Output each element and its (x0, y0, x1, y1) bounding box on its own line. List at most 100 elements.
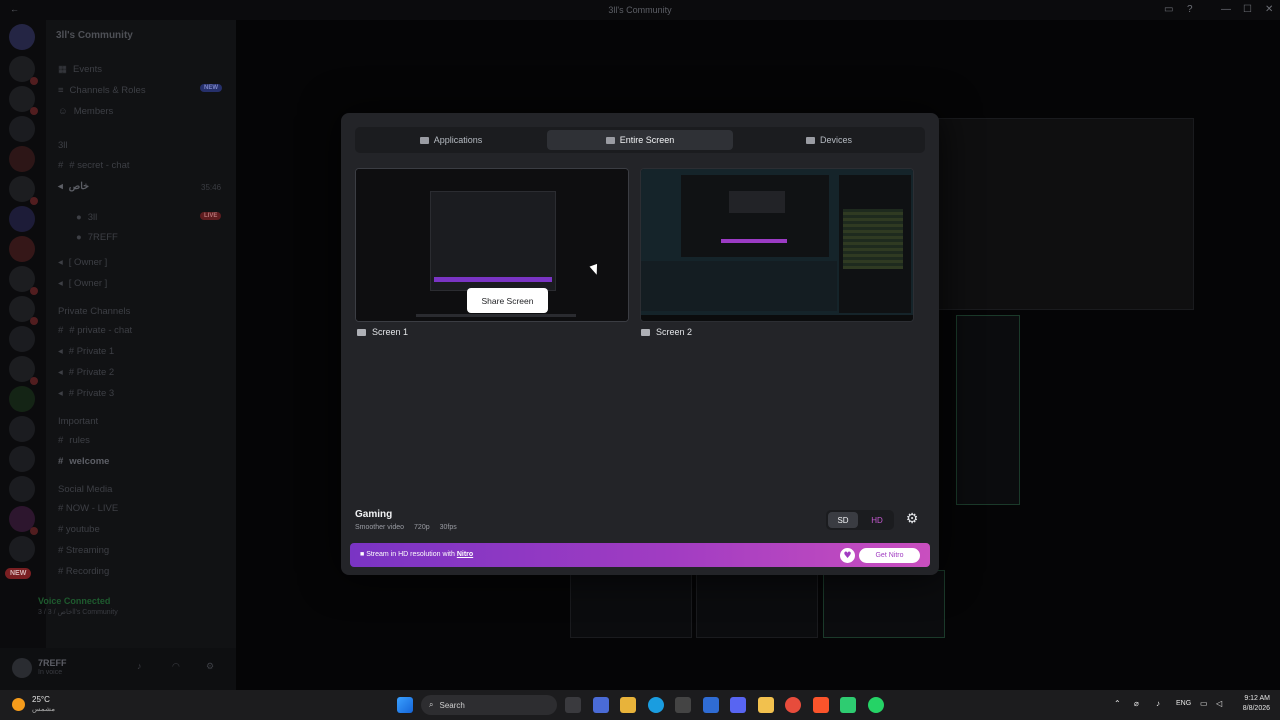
server-icon[interactable] (9, 326, 35, 352)
inbox-icon[interactable]: ▭ (1164, 4, 1173, 15)
wifi-off-icon[interactable]: ⌀ (1134, 699, 1139, 708)
chevron-up-icon[interactable]: ⌃ (1114, 699, 1121, 708)
screen-1-label: Screen 1 (357, 327, 408, 337)
members-icon: ☺ (58, 106, 68, 117)
channel-rules[interactable]: # rules (58, 435, 90, 446)
server-name[interactable]: 3ll's Community (56, 30, 133, 41)
network-icon[interactable]: ▭ (1200, 699, 1208, 708)
channel-events[interactable]: ▦ Events (58, 64, 102, 75)
stream-settings-icon[interactable]: ⚙ (904, 511, 920, 527)
channel-recording[interactable]: # Recording (58, 566, 109, 577)
chrome-icon[interactable] (785, 697, 801, 713)
channel-secret-chat[interactable]: # # secret - chat (58, 160, 130, 171)
volume-icon[interactable]: ◁ (1216, 699, 1222, 708)
nitro-upsell-text: Stream in HD resolution with (366, 551, 455, 558)
category-important[interactable]: Important (58, 416, 98, 427)
copilot-icon[interactable] (593, 697, 609, 713)
heart-icon[interactable]: ♥ (840, 548, 855, 563)
voice-connected-label[interactable]: Voice Connected (38, 596, 110, 606)
screen-2-thumbnail[interactable] (640, 168, 914, 322)
channel-private-3[interactable]: ◂ # Private 3 (58, 388, 114, 399)
server-icon[interactable] (9, 206, 35, 232)
avatar[interactable] (12, 658, 32, 678)
notes-icon[interactable] (758, 697, 774, 713)
server-icon[interactable] (9, 356, 38, 385)
server-icon[interactable] (9, 476, 35, 502)
brave-icon[interactable] (813, 697, 829, 713)
settings-icon[interactable]: ⚙ (206, 661, 214, 672)
source-tabs: Applications Entire Screen Devices (355, 127, 925, 153)
voice-channel-private[interactable]: ◂ خاص (58, 181, 89, 192)
category-label[interactable]: 3ll (58, 140, 68, 151)
tab-devices[interactable]: Devices (736, 130, 922, 150)
maximize-button[interactable]: ☐ (1243, 4, 1252, 15)
server-icon[interactable] (9, 86, 38, 115)
avatar: ● (76, 232, 82, 243)
discord-home-icon[interactable] (9, 24, 35, 50)
screen-2-label: Screen 2 (641, 327, 692, 337)
language-indicator[interactable]: ENG (1176, 700, 1191, 707)
screen-1-thumbnail[interactable]: Share Screen (355, 168, 629, 322)
server-icon[interactable] (9, 536, 35, 562)
mail-icon[interactable] (703, 697, 719, 713)
clock-time[interactable]: 9:12 AM (1236, 695, 1270, 702)
voice-user[interactable]: ● 3ll (76, 212, 97, 223)
lock-icon: ■ (360, 551, 365, 558)
nitro-link[interactable]: Nitro (457, 551, 473, 558)
windows-start-icon[interactable] (397, 697, 413, 713)
channel-streaming[interactable]: # Streaming (58, 545, 109, 556)
microphone-icon[interactable]: ♪ (1156, 699, 1160, 708)
share-screen-button[interactable]: Share Screen (467, 288, 548, 313)
server-icon[interactable] (9, 116, 35, 142)
tab-entire-screen[interactable]: Entire Screen (547, 130, 733, 150)
voice-user[interactable]: ● 7REFF (76, 232, 118, 243)
channel-members[interactable]: ☺ Members (58, 106, 113, 117)
window-icon (419, 136, 429, 144)
channel-private-chat[interactable]: # # private - chat (58, 325, 132, 336)
stream-tile (696, 570, 818, 638)
app-icon[interactable] (840, 697, 856, 713)
user-status: In voice (38, 669, 63, 676)
hd-option[interactable]: HD (862, 512, 892, 528)
clock-date[interactable]: 8/8/2026 (1236, 705, 1270, 712)
store-icon[interactable] (675, 697, 691, 713)
server-icon[interactable] (9, 296, 38, 325)
tab-applications[interactable]: Applications (358, 130, 544, 150)
server-icon[interactable] (9, 56, 38, 85)
channel-owner[interactable]: ◂[ Owner ] (58, 278, 107, 289)
category-private[interactable]: Private Channels (58, 306, 130, 317)
help-icon[interactable]: ? (1187, 4, 1193, 15)
weather-temp: 25°C (32, 695, 50, 704)
sun-icon[interactable] (12, 698, 25, 711)
whatsapp-icon[interactable] (868, 697, 884, 713)
server-icon[interactable] (9, 446, 35, 472)
resolution-label: 720p (414, 524, 430, 531)
channel-now-live[interactable]: # NOW - LIVE (58, 503, 118, 514)
channel-youtube[interactable]: # youtube (58, 524, 100, 535)
server-icon[interactable] (9, 146, 35, 172)
minimize-button[interactable]: — (1221, 4, 1231, 15)
file-explorer-icon[interactable] (620, 697, 636, 713)
server-icon[interactable] (9, 506, 38, 535)
stream-tile (956, 315, 1020, 505)
channel-welcome[interactable]: # welcome (58, 456, 109, 467)
server-icon[interactable] (9, 236, 35, 262)
task-view-icon[interactable] (565, 697, 581, 713)
channel-private-1[interactable]: ◂ # Private 1 (58, 346, 114, 357)
channel-owner[interactable]: ◂[ Owner ] (58, 257, 107, 268)
category-social-media[interactable]: Social Media (58, 484, 112, 495)
server-icon[interactable] (9, 416, 35, 442)
channel-private-2[interactable]: ◂ # Private 2 (58, 367, 114, 378)
microphone-icon[interactable]: ♪ (137, 661, 142, 671)
channel-roles[interactable]: ≡ Channels & Roles (58, 85, 146, 96)
get-nitro-button[interactable]: Get Nitro (859, 548, 920, 563)
sd-option[interactable]: SD (828, 512, 858, 528)
server-icon[interactable] (9, 176, 38, 205)
close-button[interactable]: ✕ (1265, 4, 1273, 15)
headset-icon[interactable]: ◠ (172, 661, 180, 672)
server-icon[interactable] (9, 266, 38, 295)
server-icon[interactable] (9, 386, 35, 412)
taskbar-search[interactable]: ⌕ Search (421, 695, 557, 715)
edge-icon[interactable] (648, 697, 664, 713)
discord-icon[interactable] (730, 697, 746, 713)
